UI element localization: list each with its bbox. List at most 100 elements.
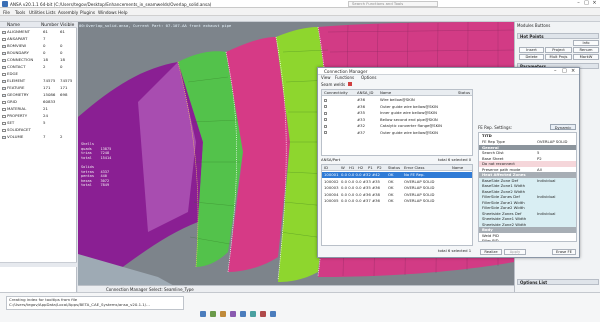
- checkbox[interactable]: [324, 111, 327, 115]
- table-row[interactable]: 100002 0.0 0.0 0.0 #33 #35 OK OVERLAP SOLID: [322, 179, 472, 185]
- insert-button[interactable]: Insert: [519, 47, 544, 53]
- checkbox[interactable]: [2, 135, 6, 139]
- project-button[interactable]: Project: [545, 47, 572, 53]
- checkbox[interactable]: [2, 72, 6, 76]
- toolbar-icon[interactable]: [240, 311, 246, 317]
- tab-seam-welds[interactable]: Seam welds: [321, 82, 345, 87]
- col-h2[interactable]: H2: [358, 165, 363, 171]
- checkbox[interactable]: [2, 100, 6, 104]
- table-row[interactable]: #37 Outer guide wire bellow@SKIN: [322, 130, 472, 136]
- list-item[interactable]: GEOMETRY 15086 698: [0, 92, 77, 99]
- col-h1[interactable]: H1: [349, 165, 354, 171]
- menu-help[interactable]: Help: [118, 10, 128, 15]
- checkbox[interactable]: [2, 128, 6, 132]
- list-item[interactable]: GRID 60833: [0, 99, 77, 106]
- list-item[interactable]: SOLIDFACET: [0, 127, 77, 134]
- table-row[interactable]: #35 Inner guide wire bellow@SKIN: [322, 110, 472, 116]
- toolbar-icon[interactable]: [200, 311, 206, 317]
- seam-welds-tab[interactable]: Seam welds: [321, 82, 353, 87]
- checkbox[interactable]: [2, 51, 6, 55]
- checkbox[interactable]: [2, 121, 6, 125]
- menu-file[interactable]: File: [3, 10, 10, 15]
- close-icon[interactable]: ×: [591, 1, 598, 7]
- col-w[interactable]: W: [341, 165, 345, 171]
- checkbox[interactable]: [324, 131, 327, 134]
- table-row[interactable]: 100003 0.0 0.0 0.0 #35 #36 OK OVERLAP SOLID: [322, 185, 472, 191]
- list-item[interactable]: CONTACT 2 0: [0, 64, 77, 71]
- checkbox[interactable]: [2, 37, 6, 41]
- maximize-icon[interactable]: □: [562, 68, 567, 74]
- checkbox[interactable]: [324, 124, 327, 128]
- checkbox[interactable]: [324, 105, 327, 108]
- list-item[interactable]: ANSAPART 7: [0, 36, 77, 43]
- col-number[interactable]: Number: [41, 23, 59, 28]
- apply-button[interactable]: Apply: [504, 249, 526, 255]
- table-row[interactable]: #33 Bellow second end pipe@SKIN: [322, 117, 472, 123]
- list-item[interactable]: MATERIAL 21: [0, 106, 77, 113]
- menu-plugins[interactable]: Plugins: [80, 10, 95, 15]
- section-options-list[interactable]: Options List: [517, 279, 599, 285]
- list-item[interactable]: BOUNDARY 0 0: [0, 50, 77, 57]
- dynamic-button[interactable]: Dynamic: [550, 124, 576, 130]
- col-p1[interactable]: P1: [368, 165, 373, 171]
- delete-button[interactable]: Delete: [519, 54, 544, 60]
- mult-projs-button[interactable]: Mult Projs: [545, 54, 572, 60]
- toolbar-icon[interactable]: [210, 311, 216, 317]
- col-name[interactable]: Name: [452, 165, 463, 171]
- col-id[interactable]: ID: [324, 165, 328, 171]
- col-ansa-id[interactable]: ANSA_ID: [357, 90, 373, 96]
- table-row[interactable]: #36 Wire bellow@SKIN: [322, 97, 472, 103]
- list-item[interactable]: VOLUME 7 2: [0, 134, 77, 141]
- renum-button[interactable]: Renum: [573, 47, 599, 53]
- menu-options[interactable]: Options: [361, 75, 376, 81]
- menu-functions[interactable]: Functions: [335, 75, 354, 81]
- list-item[interactable]: SET 5: [0, 120, 77, 127]
- col-status[interactable]: Status: [388, 165, 400, 171]
- checkbox[interactable]: [324, 98, 327, 102]
- close-tab-icon[interactable]: [348, 82, 353, 86]
- menu-view[interactable]: View: [321, 75, 331, 81]
- list-item[interactable]: EDGE: [0, 71, 77, 78]
- toolbar-icon[interactable]: [250, 311, 256, 317]
- list-item[interactable]: CONNECTION 18 18: [0, 57, 77, 64]
- section-hot-points[interactable]: Hot Points: [517, 33, 599, 39]
- table-row[interactable]: #36 Outer guide wire bellow@SKIN: [322, 104, 472, 110]
- property-row[interactable]: Filler PID: [479, 238, 576, 241]
- list-item[interactable]: PROPERTY 24: [0, 113, 77, 120]
- checkbox[interactable]: [324, 118, 327, 121]
- col-name[interactable]: Name: [7, 23, 20, 28]
- erase-fe-button[interactable]: Erase FE: [552, 249, 576, 255]
- checkbox[interactable]: [2, 86, 6, 90]
- menu-lists[interactable]: Lists: [46, 10, 56, 15]
- list-item[interactable]: FEATURE 171 171: [0, 85, 77, 92]
- list-item[interactable]: ALIGNMENT 61 61: [0, 29, 77, 36]
- checkbox[interactable]: [2, 65, 6, 69]
- menu-windows[interactable]: Windows: [98, 10, 117, 15]
- minimize-icon[interactable]: –: [554, 68, 557, 74]
- list-item[interactable]: ELEMENT 74575 74575: [0, 78, 77, 85]
- table-row[interactable]: 100004 0.0 0.0 0.0 #36 #38 OK OVERLAP SOLID: [322, 192, 472, 198]
- col-error-class[interactable]: Error Class: [404, 165, 424, 171]
- menu-assembly[interactable]: Assembly: [58, 10, 78, 15]
- col-p2[interactable]: P2: [377, 165, 382, 171]
- checkbox[interactable]: [2, 44, 6, 48]
- minimize-icon[interactable]: –: [575, 1, 582, 7]
- info-button[interactable]: Info: [573, 40, 599, 46]
- close-icon[interactable]: ×: [571, 68, 575, 74]
- realize-button[interactable]: Realize: [480, 249, 502, 255]
- toolbar-icon[interactable]: [260, 311, 266, 317]
- col-connectivity[interactable]: Connectivity: [324, 90, 348, 96]
- toolbar-icon[interactable]: [270, 311, 276, 317]
- checkbox[interactable]: [2, 79, 6, 83]
- toolbar-icon[interactable]: [230, 311, 236, 317]
- checkbox[interactable]: [2, 114, 6, 118]
- search-input[interactable]: Search Functions and Tools: [348, 1, 438, 7]
- table-row[interactable]: 100005 0.0 0.0 0.0 #37 #36 OK OVERLAP SOLID: [322, 198, 472, 204]
- table-row[interactable]: #32 Catalytic converter flange@SKIN: [322, 123, 472, 129]
- browser-splitter[interactable]: [0, 262, 77, 267]
- table-row[interactable]: 100001 0.0 0.0 0.0 #32 #42 OK No FE Rep.: [322, 172, 472, 179]
- toolbar-icon[interactable]: [220, 311, 226, 317]
- list-item[interactable]: BOMVIEW 0 0: [0, 43, 77, 50]
- col-name[interactable]: Name: [380, 90, 391, 96]
- menu-utilities[interactable]: Utilities: [29, 10, 45, 15]
